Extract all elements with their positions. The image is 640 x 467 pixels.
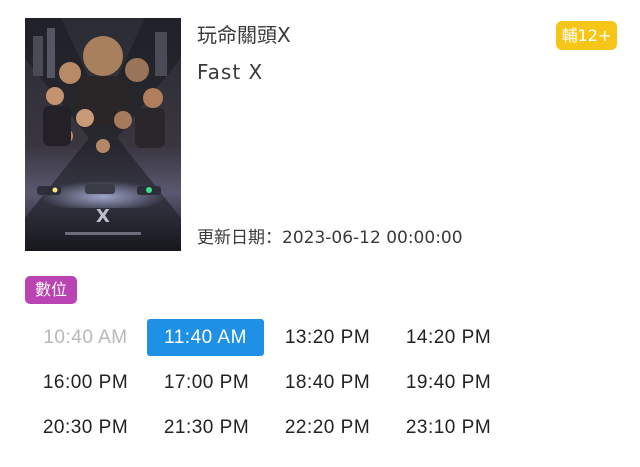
movie-poster: X: [25, 18, 181, 251]
showtime-button[interactable]: 17:00 PM: [146, 364, 267, 401]
movie-poster-image: X: [25, 18, 181, 251]
showtime-button[interactable]: 16:00 PM: [25, 364, 146, 401]
showtime-button[interactable]: 21:30 PM: [146, 409, 267, 446]
showtime-button[interactable]: 22:20 PM: [267, 409, 388, 446]
showtime-button[interactable]: 20:30 PM: [25, 409, 146, 446]
update-date: 更新日期：2023-06-12 00:00:00: [197, 226, 463, 250]
showtime-grid: 10:40 AM 11:40 AM 13:20 PM 14:20 PM 16:0…: [25, 319, 511, 446]
update-date-value: 2023-06-12 00:00:00: [282, 228, 463, 248]
update-date-label: 更新日期：: [197, 228, 282, 248]
showtime-button[interactable]: 13:20 PM: [267, 319, 388, 356]
showtime-button[interactable]: 18:40 PM: [267, 364, 388, 401]
movie-title-english: Fast X: [197, 60, 264, 84]
showtime-button[interactable]: 11:40 AM: [147, 319, 264, 356]
svg-text:X: X: [96, 206, 110, 227]
showtime-button[interactable]: 23:10 PM: [388, 409, 509, 446]
showtime-button[interactable]: 19:40 PM: [388, 364, 509, 401]
movie-title-chinese: 玩命關頭X: [197, 23, 291, 47]
age-rating-badge: 輔12+: [556, 21, 617, 50]
showtime-button[interactable]: 14:20 PM: [388, 319, 509, 356]
showtime-button: 10:40 AM: [43, 327, 128, 348]
format-badge: 數位: [25, 276, 77, 304]
